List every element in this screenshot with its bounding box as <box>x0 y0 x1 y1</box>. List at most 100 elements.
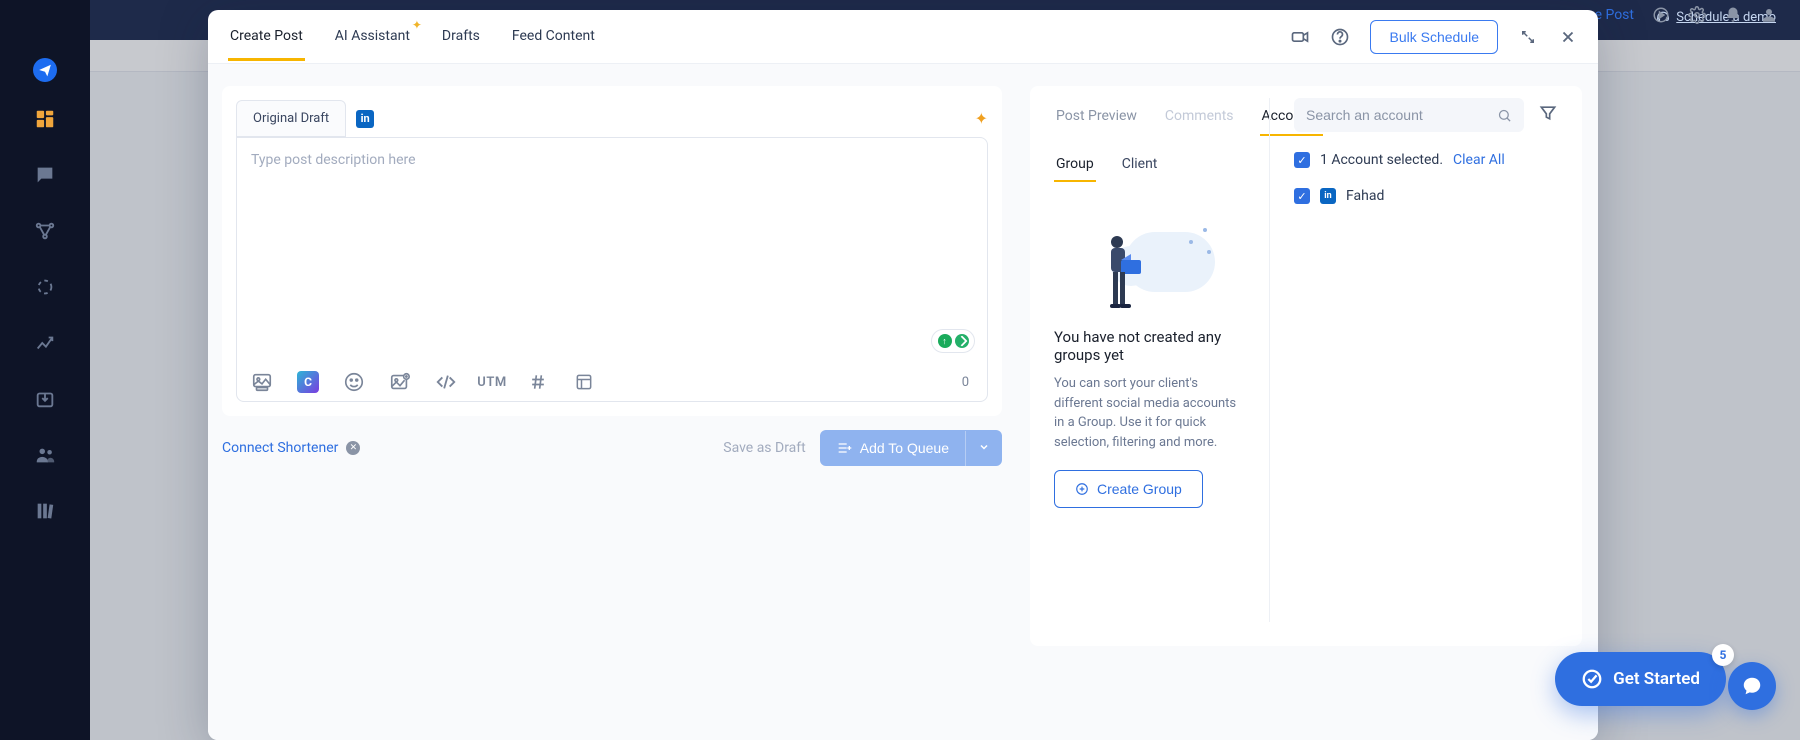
account-search-input[interactable] <box>1306 107 1487 123</box>
account-name: Fahad <box>1346 188 1384 204</box>
help-icon <box>1330 27 1350 47</box>
filter-icon <box>1538 103 1558 123</box>
sidebar-item-network[interactable] <box>32 218 58 244</box>
gear-icon[interactable] <box>1688 6 1706 24</box>
chat-bubble-icon <box>1741 675 1763 697</box>
subtab-client-label: Client <box>1122 156 1158 172</box>
sidebar-item-team[interactable] <box>32 442 58 468</box>
paper-plane-icon <box>38 63 52 77</box>
tab-drafts-label: Drafts <box>442 28 480 44</box>
tab-ai-assistant[interactable]: AI Assistant ✦ <box>333 12 412 61</box>
tab-create-post[interactable]: Create Post <box>228 12 305 61</box>
sidebar-item-inbox[interactable] <box>32 386 58 412</box>
bell-icon[interactable] <box>1724 6 1742 24</box>
tab-feed-content[interactable]: Feed Content <box>510 12 597 61</box>
clear-all-link[interactable]: Clear All <box>1453 152 1505 168</box>
chat-fab[interactable] <box>1728 662 1776 710</box>
tab-post-preview[interactable]: Post Preview <box>1054 102 1139 136</box>
select-all-checkbox[interactable]: ✓ <box>1294 152 1310 168</box>
close-button[interactable] <box>1558 27 1578 47</box>
sparkle-icon[interactable]: ✦ <box>975 109 988 128</box>
chat-icon <box>34 164 56 186</box>
expand-button[interactable] <box>1518 27 1538 47</box>
image-upload-button[interactable] <box>389 371 411 393</box>
account-search-box[interactable] <box>1294 98 1524 132</box>
composer-toolbar: C UTM <box>251 363 973 393</box>
sidebar-item-target[interactable] <box>32 274 58 300</box>
accounts-selected-text: 1 Account selected. <box>1320 152 1443 168</box>
grammarly-up-icon: ↑ <box>938 334 952 348</box>
code-button[interactable] <box>435 371 457 393</box>
composer-tabs-row: Original Draft in ✦ <box>236 100 988 137</box>
connect-shortener-label: Connect Shortener <box>222 440 338 456</box>
filter-button[interactable] <box>1538 103 1558 127</box>
create-post-modal: Create Post AI Assistant ✦ Drafts Feed C… <box>208 10 1598 740</box>
template-icon <box>574 372 594 392</box>
bg-post-text: e Post <box>1595 7 1634 23</box>
get-started-label: Get Started <box>1613 669 1700 689</box>
account-search-row <box>1294 98 1558 132</box>
utm-button[interactable]: UTM <box>481 371 503 393</box>
tab-drafts[interactable]: Drafts <box>440 12 482 61</box>
accounts-column: ✓ 1 Account selected. Clear All ✓ in Fah… <box>1294 98 1558 622</box>
sidebar <box>0 0 90 740</box>
composer-tab-original[interactable]: Original Draft <box>236 100 346 137</box>
grammarly-icon <box>955 334 969 348</box>
get-started-button[interactable]: Get Started 5 <box>1555 652 1726 706</box>
accounts-selected-row: ✓ 1 Account selected. Clear All <box>1294 152 1558 168</box>
media-button[interactable] <box>251 371 273 393</box>
composer-editor-wrap: ↑ C <box>236 137 988 402</box>
account-checkbox[interactable]: ✓ <box>1294 188 1310 204</box>
close-icon <box>1559 28 1577 46</box>
sidebar-item-comments[interactable] <box>32 162 58 188</box>
tab-feed-content-label: Feed Content <box>512 28 595 44</box>
close-icon[interactable]: ✕ <box>346 441 360 455</box>
post-description-input[interactable] <box>251 152 973 363</box>
sparkle-icon: ✦ <box>412 18 422 32</box>
app-logo[interactable] <box>33 58 57 82</box>
hashtag-button[interactable] <box>527 371 549 393</box>
save-as-draft-button[interactable]: Save as Draft <box>723 440 805 456</box>
sidebar-item-dashboard[interactable] <box>32 106 58 132</box>
account-row[interactable]: ✓ in Fahad <box>1294 188 1558 204</box>
video-button[interactable] <box>1290 27 1310 47</box>
tab-create-post-label: Create Post <box>230 28 303 44</box>
bulk-schedule-button[interactable]: Bulk Schedule <box>1370 20 1498 54</box>
subtab-group[interactable]: Group <box>1054 152 1096 182</box>
sidebar-item-analytics[interactable] <box>32 330 58 356</box>
composer-tab-linkedin[interactable]: in <box>356 110 374 128</box>
tab-comments[interactable]: Comments <box>1163 102 1236 136</box>
groups-column: Group Client <box>1054 142 1245 622</box>
queue-dropdown-caret[interactable] <box>965 431 1002 466</box>
connect-shortener-link[interactable]: Connect Shortener ✕ <box>222 440 360 456</box>
composer-footer: Connect Shortener ✕ Save as Draft Add To… <box>222 430 1002 466</box>
check-circle-icon <box>1581 668 1603 690</box>
media-icon <box>251 371 273 393</box>
composer-tab-original-label: Original Draft <box>253 111 329 126</box>
grammarly-badge[interactable]: ↑ <box>931 329 975 353</box>
empty-groups-title: You have not created any groups yet <box>1054 328 1245 364</box>
sidebar-item-library[interactable] <box>32 498 58 524</box>
template-button[interactable] <box>573 371 595 393</box>
emoji-button[interactable] <box>343 371 365 393</box>
empty-groups-description: You can sort your client's different soc… <box>1054 374 1245 452</box>
add-to-queue-button[interactable]: Add To Queue <box>820 430 1002 466</box>
code-icon <box>435 371 457 393</box>
linkedin-icon: in <box>1320 188 1336 204</box>
create-group-button[interactable]: Create Group <box>1054 470 1203 508</box>
play-icon[interactable] <box>1652 6 1670 24</box>
help-button[interactable] <box>1330 27 1350 47</box>
subtab-group-label: Group <box>1056 156 1094 172</box>
tab-comments-label: Comments <box>1165 108 1234 124</box>
modal-body: Original Draft in ✦ ↑ C <box>208 64 1598 740</box>
library-icon <box>34 500 56 522</box>
empty-state-illustration <box>1085 222 1215 312</box>
person-icon <box>1095 234 1145 312</box>
vertical-divider <box>1269 98 1270 622</box>
user-icon[interactable] <box>1760 6 1778 24</box>
modal-tabs: Create Post AI Assistant ✦ Drafts Feed C… <box>228 12 597 61</box>
canva-button[interactable]: C <box>297 371 319 393</box>
create-group-label: Create Group <box>1097 481 1182 497</box>
search-icon <box>1497 108 1512 123</box>
subtab-client[interactable]: Client <box>1120 152 1160 182</box>
